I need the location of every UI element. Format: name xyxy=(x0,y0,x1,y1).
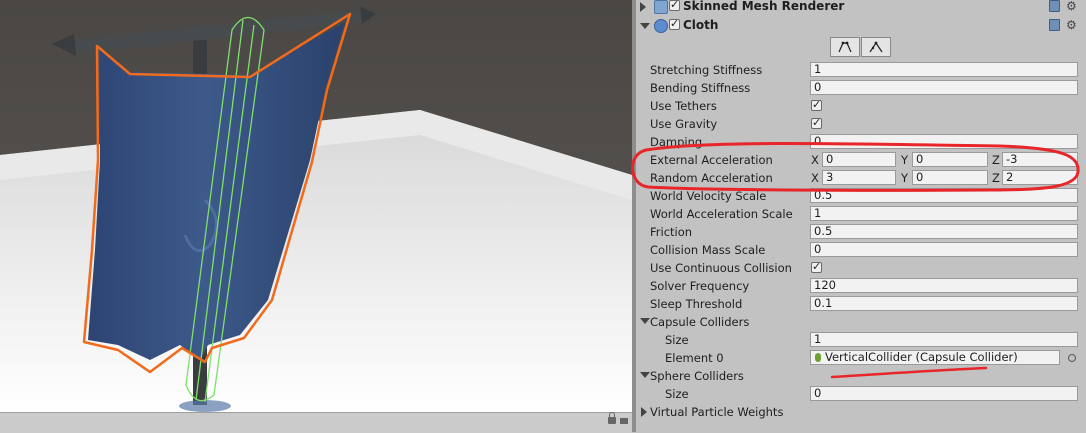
cloth-header[interactable]: Cloth ⚙ xyxy=(636,17,1086,34)
use-continuous-collision-checkbox[interactable] xyxy=(811,260,822,273)
friction-field[interactable]: 0.5 xyxy=(810,224,1078,239)
bending-stiffness-field[interactable]: 0 xyxy=(810,80,1078,95)
sphere-colliders-size-row: Size 0 xyxy=(636,385,1086,403)
world-acceleration-scale-row: World Acceleration Scale 1 xyxy=(636,205,1086,223)
capsule-colliders-size-field[interactable]: 1 xyxy=(810,332,1078,347)
use-tethers-row: Use Tethers xyxy=(636,97,1086,115)
fold-right-icon[interactable] xyxy=(640,2,646,12)
use-continuous-collision-row: Use Continuous Collision xyxy=(636,259,1086,277)
property-label: Size xyxy=(665,333,689,347)
external-acceleration-row: External Acceleration X 0 Y 0 Z -3 xyxy=(636,151,1086,169)
mesh-renderer-icon xyxy=(654,0,668,14)
cloth-icon xyxy=(654,19,668,33)
sleep-threshold-row: Sleep Threshold 0.1 xyxy=(636,295,1086,313)
fold-down-icon[interactable] xyxy=(640,372,650,378)
property-label: Use Gravity xyxy=(650,117,718,131)
property-label: World Velocity Scale xyxy=(650,189,767,203)
property-label: Collision Mass Scale xyxy=(650,243,766,257)
damping-row: Damping 0 xyxy=(636,133,1086,151)
property-label: Sleep Threshold xyxy=(650,297,743,311)
world-velocity-scale-field[interactable]: 0.5 xyxy=(810,188,1078,203)
solver-frequency-row: Solver Frequency 120 xyxy=(636,277,1086,295)
y-axis-label: Y xyxy=(901,153,909,167)
property-label: Random Acceleration xyxy=(650,171,773,185)
random-acceleration-z-field[interactable]: 2 xyxy=(1002,170,1078,185)
sleep-threshold-field[interactable]: 0.1 xyxy=(810,296,1078,311)
property-label: Use Tethers xyxy=(650,99,717,113)
x-axis-label: X xyxy=(811,171,819,185)
scene-status-bar xyxy=(0,412,632,433)
random-acceleration-row: Random Acceleration X 3 Y 0 Z 2 xyxy=(636,169,1086,187)
fold-down-icon[interactable] xyxy=(640,318,650,324)
capsule-element-0-row: Element 0 VerticalCollider (Capsule Coll… xyxy=(636,349,1086,367)
sphere-colliders-foldout[interactable]: Sphere Colliders xyxy=(636,367,1086,385)
damping-field[interactable]: 0 xyxy=(810,134,1078,149)
gear-icon[interactable]: ⚙ xyxy=(1066,0,1077,12)
scene-render xyxy=(0,0,632,412)
help-book-icon[interactable] xyxy=(1049,19,1060,31)
friction-row: Friction 0.5 xyxy=(636,223,1086,241)
stretching-stiffness-field[interactable]: 1 xyxy=(810,62,1078,77)
property-label: World Acceleration Scale xyxy=(650,207,793,221)
capsule-element-0-object-field[interactable]: VerticalCollider (Capsule Collider) xyxy=(810,350,1060,365)
collision-mass-scale-row: Collision Mass Scale 0 xyxy=(636,241,1086,259)
fold-right-icon[interactable] xyxy=(641,407,647,417)
property-label: External Acceleration xyxy=(650,153,773,167)
edit-constraints-icon xyxy=(838,41,852,53)
external-acceleration-z-field[interactable]: -3 xyxy=(1002,152,1078,167)
component-title: Cloth xyxy=(683,18,719,32)
external-acceleration-y-field[interactable]: 0 xyxy=(912,152,988,167)
use-gravity-row: Use Gravity xyxy=(636,115,1086,133)
random-acceleration-x-field[interactable]: 3 xyxy=(822,170,896,185)
property-label: Element 0 xyxy=(665,351,724,365)
property-label: Size xyxy=(665,387,689,401)
world-acceleration-scale-field[interactable]: 1 xyxy=(810,206,1078,221)
component-title: Skinned Mesh Renderer xyxy=(683,0,845,13)
sphere-colliders-size-field[interactable]: 0 xyxy=(810,386,1078,401)
self-collision-icon xyxy=(869,41,883,53)
use-gravity-checkbox[interactable] xyxy=(811,116,822,129)
use-tethers-checkbox[interactable] xyxy=(811,98,822,111)
solver-frequency-field[interactable]: 120 xyxy=(810,278,1078,293)
object-picker-icon[interactable] xyxy=(1068,354,1076,362)
property-label: Friction xyxy=(650,225,693,239)
object-field-value: VerticalCollider (Capsule Collider) xyxy=(825,350,1018,364)
skinned-mesh-renderer-header[interactable]: Skinned Mesh Renderer ⚙ xyxy=(636,0,1086,15)
capsule-collider-icon xyxy=(815,353,821,362)
world-velocity-scale-row: World Velocity Scale 0.5 xyxy=(636,187,1086,205)
external-acceleration-x-field[interactable]: 0 xyxy=(822,152,896,167)
section-label: Sphere Colliders xyxy=(650,369,744,383)
edit-constraints-button[interactable] xyxy=(830,37,860,57)
cloth-enabled-checkbox[interactable] xyxy=(669,17,680,30)
virtual-particle-weights-foldout[interactable]: Virtual Particle Weights xyxy=(636,403,1086,421)
fold-down-icon[interactable] xyxy=(640,23,650,29)
property-label: Solver Frequency xyxy=(650,279,750,293)
capsule-colliders-size-row: Size 1 xyxy=(636,331,1086,349)
capsule-colliders-foldout[interactable]: Capsule Colliders xyxy=(636,313,1086,331)
select-self-collision-button[interactable] xyxy=(861,37,891,57)
section-label: Virtual Particle Weights xyxy=(650,405,784,419)
property-label: Stretching Stiffness xyxy=(650,63,763,77)
y-axis-label: Y xyxy=(901,171,909,185)
stretching-stiffness-row: Stretching Stiffness 1 xyxy=(636,61,1086,79)
property-label: Damping xyxy=(650,135,703,149)
lock-icon[interactable] xyxy=(608,412,616,424)
scene-view[interactable] xyxy=(0,0,632,412)
collision-mass-scale-field[interactable]: 0 xyxy=(810,242,1078,257)
property-label: Use Continuous Collision xyxy=(650,261,792,275)
property-label: Bending Stiffness xyxy=(650,81,751,95)
z-axis-label: Z xyxy=(992,153,1000,167)
gear-icon[interactable]: ⚙ xyxy=(1066,19,1077,31)
menu-icon[interactable] xyxy=(620,418,628,424)
z-axis-label: Z xyxy=(992,171,1000,185)
random-acceleration-y-field[interactable]: 0 xyxy=(912,170,988,185)
section-label: Capsule Colliders xyxy=(650,315,750,329)
inspector-panel: Skinned Mesh Renderer ⚙ Cloth ⚙ Stretchi… xyxy=(636,0,1086,432)
skinned-mesh-renderer-enabled-checkbox[interactable] xyxy=(669,0,680,11)
x-axis-label: X xyxy=(811,153,819,167)
help-book-icon[interactable] xyxy=(1049,0,1060,12)
bending-stiffness-row: Bending Stiffness 0 xyxy=(636,79,1086,97)
